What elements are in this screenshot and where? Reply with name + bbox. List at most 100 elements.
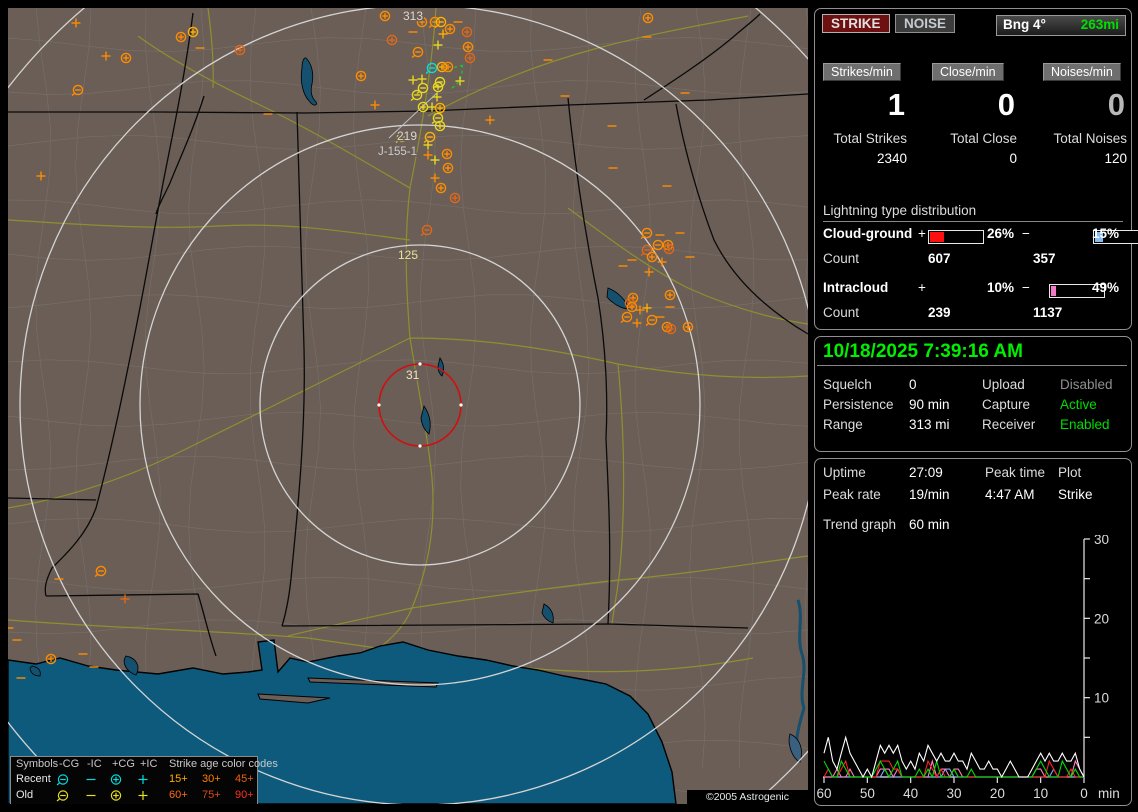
- cg-pos-bar: [928, 229, 984, 244]
- age-code-30plus: 30+: [202, 773, 221, 785]
- close-per-min-chip: Close/min: [932, 63, 1004, 81]
- range-label: Range: [823, 417, 863, 432]
- squelch-value: 0: [909, 377, 917, 392]
- cloud-ground-label: Cloud-ground: [823, 226, 913, 241]
- copyright-text: ©2005 Astrogenic Systems: [687, 790, 808, 804]
- bearing-label: Bng 4°: [1003, 17, 1046, 32]
- cg-neg-pct: 15%: [1092, 226, 1120, 241]
- total-strikes-label: Total Strikes: [833, 131, 907, 146]
- capture-label: Capture: [982, 397, 1031, 412]
- svg-text:10: 10: [1033, 786, 1048, 801]
- age-code-60plus: 60+: [169, 789, 188, 801]
- distribution-title: Lightning type distribution: [823, 203, 977, 218]
- cg-neg-count: 357: [1033, 251, 1056, 266]
- total-close-value: 0: [1009, 151, 1017, 166]
- ic-pos-pct: 10%: [987, 280, 1015, 295]
- svg-text:30: 30: [946, 786, 961, 801]
- app-window: 313 219 125 31 J-155-1 Symbols -CG -IC +…: [0, 0, 1138, 812]
- intracloud-label: Intracloud: [823, 280, 889, 295]
- ring-labels: 313 219 125 31 J-155-1: [377, 8, 425, 384]
- strikes-per-min-chip: Strikes/min: [823, 63, 901, 81]
- svg-text:min: min: [1098, 786, 1120, 801]
- storm-cell-label: J-155-1: [378, 146, 417, 158]
- stats-panel: STRIKE NOISE Bng 4° 263mi Strikes/min Cl…: [814, 8, 1138, 330]
- noise-toggle-button[interactable]: NOISE: [895, 14, 956, 33]
- svg-text:50: 50: [860, 786, 875, 801]
- svg-text:0: 0: [1080, 786, 1088, 801]
- lightning-map[interactable]: 313 219 125 31 J-155-1 Symbols -CG -IC +…: [8, 8, 808, 804]
- uptime-label: Uptime: [823, 465, 866, 480]
- svg-text:20: 20: [1094, 611, 1109, 626]
- upload-status: Disabled: [1060, 377, 1113, 392]
- trend-graph: 10 20 30 60 50 40 30 20 10 0 min: [816, 535, 1120, 801]
- status-panel: 10/18/2025 7:39:16 AM Squelch 0 Upload D…: [814, 336, 1132, 452]
- legend-col-ic-neg: -IC: [87, 758, 102, 770]
- range-value: 313 mi: [909, 417, 950, 432]
- svg-text:30: 30: [1094, 535, 1109, 547]
- state-borders: [8, 12, 808, 657]
- receiver-label: Receiver: [982, 417, 1036, 432]
- close-alarm-ring: [377, 362, 463, 448]
- trend-graph-value: 60 min: [909, 517, 950, 532]
- age-code-45plus: 45+: [235, 773, 254, 785]
- age-code-15plus: 15+: [169, 773, 188, 785]
- map-legend: Symbols -CG -IC +CG +IC Strike age color…: [10, 756, 278, 804]
- ring-label-219: 219: [397, 129, 417, 143]
- datetime-display: 10/18/2025 7:39:16 AM: [823, 341, 1023, 362]
- svg-text:40: 40: [903, 786, 918, 801]
- cg-pos-pct: 26%: [987, 226, 1015, 241]
- upload-label: Upload: [982, 377, 1025, 392]
- total-strikes-value: 2340: [876, 151, 907, 166]
- strikes-per-min-value: 1: [887, 87, 905, 122]
- cg-neg-sign: −: [1022, 226, 1030, 241]
- peak-time-value: 4:47 AM: [985, 487, 1035, 502]
- peak-rate-label: Peak rate: [823, 487, 881, 502]
- age-code-90plus: 90+: [235, 789, 254, 801]
- ic-neg-pct: 49%: [1092, 280, 1120, 295]
- legend-col-ic-pos: +IC: [140, 758, 158, 770]
- legend-age-title: Strike age color codes: [169, 758, 278, 770]
- persistence-label: Persistence: [823, 397, 894, 412]
- ic-pos-sign: +: [918, 280, 926, 295]
- total-noises-label: Total Noises: [1053, 131, 1127, 146]
- ring-label-313: 313: [403, 9, 423, 23]
- age-code-75plus: 75+: [202, 789, 221, 801]
- ic-count-label: Count: [823, 305, 860, 320]
- cg-pos-count: 607: [928, 251, 951, 266]
- trend-panel: Uptime 27:09 Peak time Plot Peak rate 19…: [814, 458, 1132, 806]
- map-canvas: 313 219 125 31 J-155-1: [8, 8, 808, 804]
- capture-status: Active: [1060, 397, 1097, 412]
- legend-col-cg-pos: +CG: [112, 758, 135, 770]
- water-features: [8, 57, 806, 804]
- squelch-label: Squelch: [823, 377, 872, 392]
- svg-text:20: 20: [990, 786, 1005, 801]
- peak-time-header: Peak time: [985, 465, 1046, 480]
- close-per-min-value: 0: [997, 87, 1015, 122]
- bearing-readout: Bng 4° 263mi: [996, 15, 1126, 36]
- total-noises-value: 120: [1104, 151, 1127, 166]
- plot-mode-value: Strike: [1058, 487, 1093, 502]
- persistence-value: 90 min: [909, 397, 950, 412]
- ic-neg-count: 1137: [1033, 305, 1063, 320]
- ring-label-31: 31: [406, 368, 420, 382]
- legend-symbols-recent: [56, 774, 148, 786]
- ic-neg-sign: −: [1022, 280, 1030, 295]
- legend-symbols-old: [56, 790, 148, 802]
- plot-header: Plot: [1058, 465, 1082, 480]
- ic-pos-count: 239: [928, 305, 951, 320]
- legend-symbols-header: Symbols: [16, 758, 59, 770]
- legend-col-cg-neg: -CG: [59, 758, 80, 770]
- ring-label-125: 125: [398, 248, 418, 262]
- total-close-label: Total Close: [950, 131, 1017, 146]
- noises-per-min-value: 0: [1107, 87, 1125, 122]
- bearing-range: 263mi: [1080, 17, 1119, 32]
- trend-graph-label: Trend graph: [823, 517, 897, 532]
- svg-text:10: 10: [1094, 691, 1109, 706]
- peak-rate-value: 19/min: [909, 487, 950, 502]
- strike-toggle-button[interactable]: STRIKE: [822, 14, 890, 33]
- uptime-value: 27:09: [909, 465, 943, 480]
- noises-per-min-chip: Noises/min: [1043, 63, 1121, 81]
- svg-text:60: 60: [816, 786, 831, 801]
- receiver-status: Enabled: [1060, 417, 1110, 432]
- cg-pos-sign: +: [918, 226, 926, 241]
